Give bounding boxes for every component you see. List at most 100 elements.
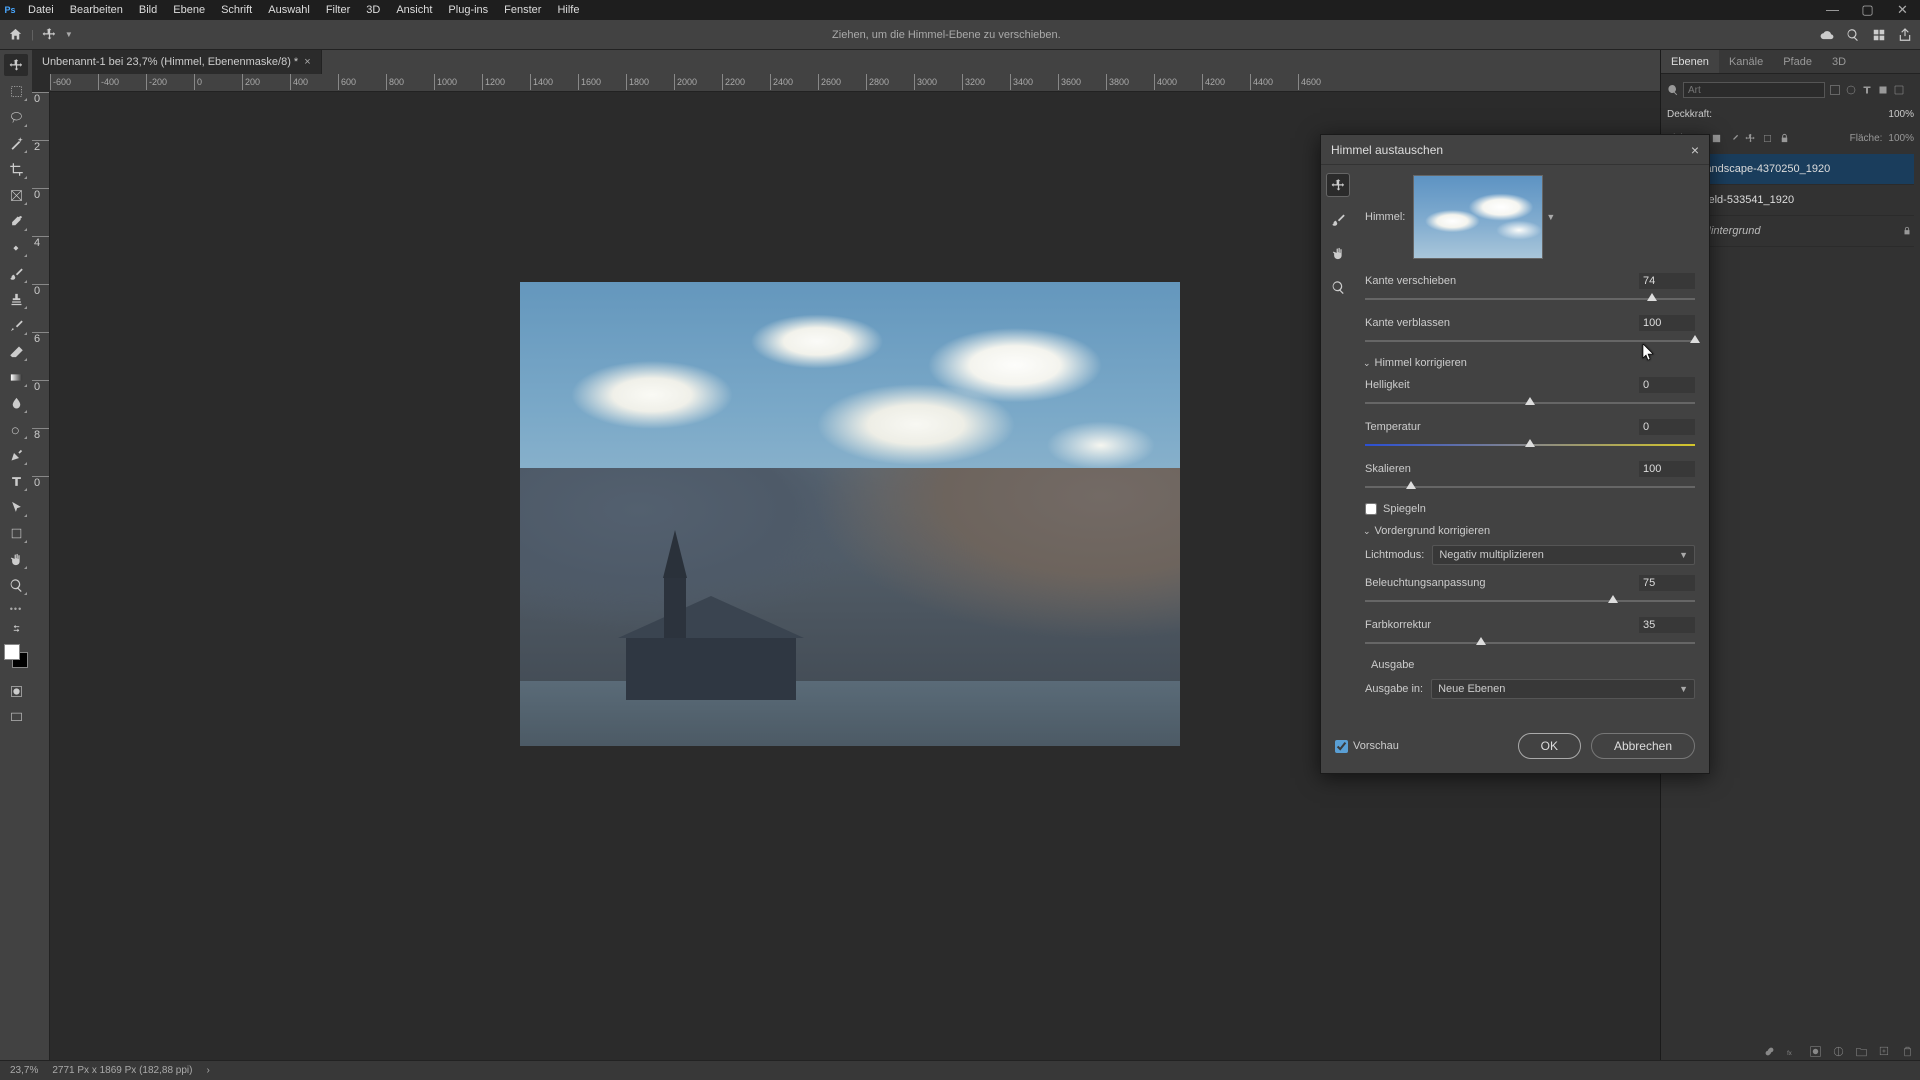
swap-colors-icon[interactable] xyxy=(4,622,28,634)
lighting-value[interactable] xyxy=(1639,575,1695,591)
layer-name[interactable]: Hintergrund xyxy=(1703,225,1760,237)
window-minimize[interactable]: — xyxy=(1815,0,1850,20)
frame-tool[interactable] xyxy=(4,184,28,206)
adjustment-icon[interactable] xyxy=(1832,1045,1845,1058)
color-swatch[interactable] xyxy=(4,644,28,668)
stamp-tool[interactable] xyxy=(4,288,28,310)
screen-mode-tool[interactable] xyxy=(4,706,28,728)
temperature-value[interactable] xyxy=(1639,419,1695,435)
cloud-icon[interactable] xyxy=(1820,28,1834,42)
zoom-tool[interactable] xyxy=(4,574,28,596)
flip-checkbox[interactable] xyxy=(1365,503,1377,515)
layer-name[interactable]: field-533541_1920 xyxy=(1703,194,1794,206)
menu-select[interactable]: Auswahl xyxy=(260,0,318,20)
document-tab[interactable]: Unbenannt-1 bei 23,7% (Himmel, Ebenenmas… xyxy=(32,50,322,74)
edge-fade-slider[interactable] xyxy=(1365,335,1695,347)
menu-plugins[interactable]: Plug-ins xyxy=(440,0,496,20)
filter-type-icon[interactable] xyxy=(1861,84,1873,96)
layer-name[interactable]: landscape-4370250_1920 xyxy=(1703,163,1830,175)
menu-help[interactable]: Hilfe xyxy=(549,0,587,20)
menu-window[interactable]: Fenster xyxy=(496,0,549,20)
pen-tool[interactable] xyxy=(4,444,28,466)
edge-shift-slider[interactable] xyxy=(1365,293,1695,305)
lock-artboard-icon[interactable] xyxy=(1762,133,1773,144)
dialog-header[interactable]: Himmel austauschen × xyxy=(1321,135,1709,165)
quick-mask-tool[interactable] xyxy=(4,680,28,702)
foreground-color[interactable] xyxy=(4,644,20,660)
shape-tool[interactable] xyxy=(4,522,28,544)
menu-view[interactable]: Ansicht xyxy=(388,0,440,20)
blur-tool[interactable] xyxy=(4,392,28,414)
toolbar-overflow[interactable]: ••• xyxy=(10,604,22,614)
color-slider[interactable] xyxy=(1365,637,1695,649)
ok-button[interactable]: OK xyxy=(1518,733,1581,759)
filter-image-icon[interactable] xyxy=(1829,84,1841,96)
scale-slider[interactable] xyxy=(1365,481,1695,493)
sky-preset-thumbnail[interactable] xyxy=(1413,175,1543,259)
group-icon[interactable] xyxy=(1855,1045,1868,1058)
brush-tool[interactable] xyxy=(4,262,28,284)
brightness-slider[interactable] xyxy=(1365,397,1695,409)
menu-layer[interactable]: Ebene xyxy=(165,0,213,20)
menu-edit[interactable]: Bearbeiten xyxy=(62,0,131,20)
tab-3d[interactable]: 3D xyxy=(1822,50,1856,73)
dodge-tool[interactable] xyxy=(4,418,28,440)
workspace-icon[interactable] xyxy=(1872,28,1886,42)
lock-position-icon[interactable] xyxy=(1745,133,1756,144)
filter-smart-icon[interactable] xyxy=(1893,84,1905,96)
sky-brush-tool[interactable] xyxy=(1326,207,1350,231)
menu-type[interactable]: Schrift xyxy=(213,0,260,20)
move-tool-icon[interactable] xyxy=(42,27,57,42)
tab-channels[interactable]: Kanäle xyxy=(1719,50,1773,73)
close-icon[interactable]: × xyxy=(304,50,310,74)
zoom-level[interactable]: 23,7% xyxy=(10,1065,38,1076)
sky-hand-tool[interactable] xyxy=(1326,241,1350,265)
sky-adjust-header[interactable]: ⌄ Himmel korrigieren xyxy=(1363,357,1695,369)
color-value[interactable] xyxy=(1639,617,1695,633)
chevron-right-icon[interactable]: › xyxy=(206,1065,209,1076)
marquee-tool[interactable] xyxy=(4,80,28,102)
hand-tool[interactable] xyxy=(4,548,28,570)
new-layer-icon[interactable] xyxy=(1878,1045,1891,1058)
sky-zoom-tool[interactable] xyxy=(1326,275,1350,299)
gradient-tool[interactable] xyxy=(4,366,28,388)
lock-pixels-icon[interactable] xyxy=(1728,133,1739,144)
lasso-tool[interactable] xyxy=(4,106,28,128)
filter-shape-icon[interactable] xyxy=(1877,84,1889,96)
healing-tool[interactable] xyxy=(4,236,28,258)
eraser-tool[interactable] xyxy=(4,340,28,362)
window-maximize[interactable]: ▢ xyxy=(1850,0,1885,20)
brightness-value[interactable] xyxy=(1639,377,1695,393)
search-icon[interactable] xyxy=(1846,28,1860,42)
output-to-select[interactable]: Neue Ebenen ▼ xyxy=(1431,679,1695,699)
lock-transparency-icon[interactable] xyxy=(1711,133,1722,144)
menu-3d[interactable]: 3D xyxy=(358,0,388,20)
tab-layers[interactable]: Ebenen xyxy=(1661,50,1719,73)
chevron-down-icon[interactable]: ▼ xyxy=(1546,212,1555,222)
home-icon[interactable] xyxy=(8,27,23,42)
eyedropper-tool[interactable] xyxy=(4,210,28,232)
fill-value[interactable]: 100% xyxy=(1888,133,1914,144)
window-close[interactable]: ✕ xyxy=(1885,0,1920,20)
layer-filter-input[interactable] xyxy=(1683,82,1825,98)
lighting-slider[interactable] xyxy=(1365,595,1695,607)
opacity-value[interactable]: 100% xyxy=(1888,109,1914,120)
fx-icon[interactable]: fx xyxy=(1786,1045,1799,1058)
output-header[interactable]: Ausgabe xyxy=(1371,659,1695,671)
crop-tool[interactable] xyxy=(4,158,28,180)
edge-fade-value[interactable] xyxy=(1639,315,1695,331)
magic-wand-tool[interactable] xyxy=(4,132,28,154)
move-tool[interactable] xyxy=(4,54,28,76)
menu-file[interactable]: Datei xyxy=(20,0,62,20)
history-brush-tool[interactable] xyxy=(4,314,28,336)
lock-all-icon[interactable] xyxy=(1779,133,1790,144)
sky-move-tool[interactable] xyxy=(1326,173,1350,197)
edge-shift-value[interactable] xyxy=(1639,273,1695,289)
preview-checkbox[interactable] xyxy=(1335,740,1348,753)
chevron-down-icon[interactable]: ▼ xyxy=(65,30,73,39)
tab-paths[interactable]: Pfade xyxy=(1773,50,1822,73)
scale-value[interactable] xyxy=(1639,461,1695,477)
trash-icon[interactable] xyxy=(1901,1045,1914,1058)
menu-image[interactable]: Bild xyxy=(131,0,165,20)
fg-adjust-header[interactable]: ⌄ Vordergrund korrigieren xyxy=(1363,525,1695,537)
